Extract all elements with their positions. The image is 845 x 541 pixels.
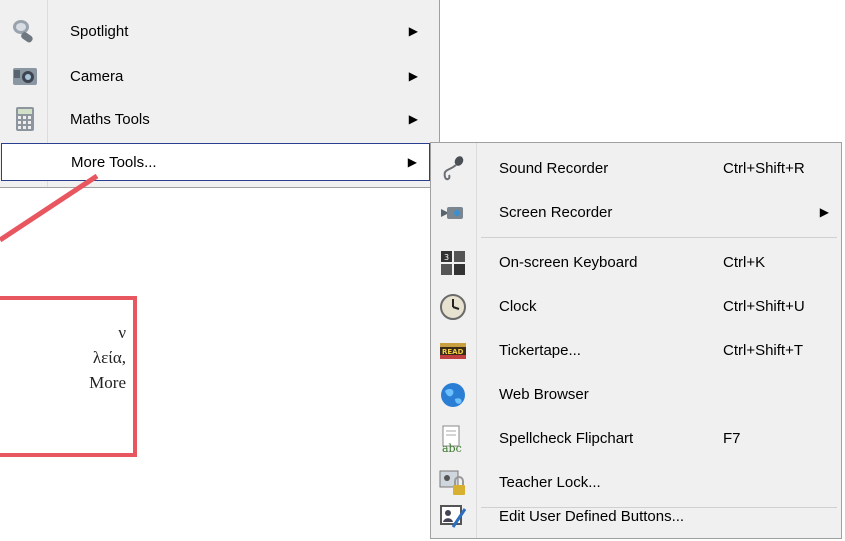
submenu-item-spellcheck-flipchart[interactable]: abc Spellcheck Flipchart F7 <box>431 417 841 461</box>
submenu-arrow-icon: ▶ <box>408 112 418 126</box>
menu-item-label: Maths Tools <box>70 110 150 128</box>
submenu-item-label: Sound Recorder <box>499 160 609 177</box>
submenu-item-web-browser[interactable]: Web Browser <box>431 373 841 417</box>
menu-item-camera[interactable]: Camera ▶ <box>1 57 430 95</box>
submenu-item-screen-recorder[interactable]: Screen Recorder ▶ <box>431 191 841 235</box>
submenu-arrow-icon: ▶ <box>407 155 417 169</box>
menu-item-spotlight[interactable]: Spotlight ▶ <box>1 12 430 50</box>
submenu-item-label: Teacher Lock... <box>499 474 601 491</box>
globe-icon <box>441 383 465 407</box>
svg-text:READ: READ <box>442 348 464 356</box>
menu-item-maths-tools[interactable]: Maths Tools ▶ <box>1 100 430 138</box>
submenu-item-label: Screen Recorder <box>499 204 613 221</box>
main-menu: Spotlight ▶ Camera ▶ Maths Tools ▶ More … <box>0 0 440 188</box>
submenu-arrow-icon: ▶ <box>408 24 418 38</box>
submenu-arrow-icon: ▶ <box>408 69 418 83</box>
menu-item-label: More Tools... <box>71 153 157 171</box>
shortcut-label: Ctrl+Shift+R <box>723 160 805 177</box>
menu-separator <box>481 237 837 238</box>
tickertape-icon: READ <box>440 343 466 359</box>
submenu-item-label: On-screen Keyboard <box>499 254 638 271</box>
more-tools-submenu: Sound Recorder Ctrl+Shift+R Screen Recor… <box>430 142 842 539</box>
callout-line-3: More <box>89 373 126 392</box>
svg-text:3: 3 <box>444 253 449 262</box>
camera-icon <box>13 68 37 85</box>
spotlight-icon <box>13 20 33 43</box>
menu-item-more-tools[interactable]: More Tools... ▶ <box>1 143 430 181</box>
submenu-item-label: Edit User Defined Buttons... <box>499 508 685 525</box>
submenu-item-edit-user-buttons[interactable]: Edit User Defined Buttons... <box>431 495 841 539</box>
callout-text: ν λεία, More <box>0 320 126 395</box>
shortcut-label: Ctrl+Shift+U <box>723 298 805 315</box>
submenu-item-label: Clock <box>499 298 537 315</box>
shortcut-label: Ctrl+Shift+T <box>723 342 804 359</box>
annotation-callout-box: ν λεία, More <box>0 296 137 457</box>
shortcut-label: Ctrl+K <box>723 254 766 271</box>
submenu-item-sound-recorder[interactable]: Sound Recorder Ctrl+Shift+R <box>431 147 841 191</box>
submenu-item-onscreen-keyboard[interactable]: 3 On-screen Keyboard Ctrl+K <box>431 241 841 285</box>
menu-item-label: Spotlight <box>70 22 129 40</box>
calculator-icon <box>16 107 34 131</box>
edit-user-icon <box>440 505 467 528</box>
keyboard-icon: 3 <box>441 251 465 275</box>
submenu-item-label: Web Browser <box>499 386 589 403</box>
spellcheck-icon: abc <box>442 425 462 453</box>
submenu-item-label: Spellcheck Flipchart <box>499 430 634 447</box>
submenu-item-label: Tickertape... <box>499 342 581 359</box>
menu-item-label: Camera <box>70 67 124 85</box>
callout-line-2: λεία, <box>92 348 126 367</box>
clock-icon <box>440 294 466 320</box>
svg-text:abc: abc <box>442 442 462 453</box>
submenu-item-clock[interactable]: Clock Ctrl+Shift+U <box>431 285 841 329</box>
video-camera-icon <box>441 207 463 219</box>
submenu-item-tickertape[interactable]: READ Tickertape... Ctrl+Shift+T <box>431 329 841 373</box>
padlock-icon <box>439 470 465 495</box>
shortcut-label: F7 <box>723 430 741 447</box>
callout-line-1: ν <box>118 323 126 342</box>
microphone-icon <box>443 156 464 181</box>
submenu-arrow-icon: ▶ <box>819 205 829 219</box>
